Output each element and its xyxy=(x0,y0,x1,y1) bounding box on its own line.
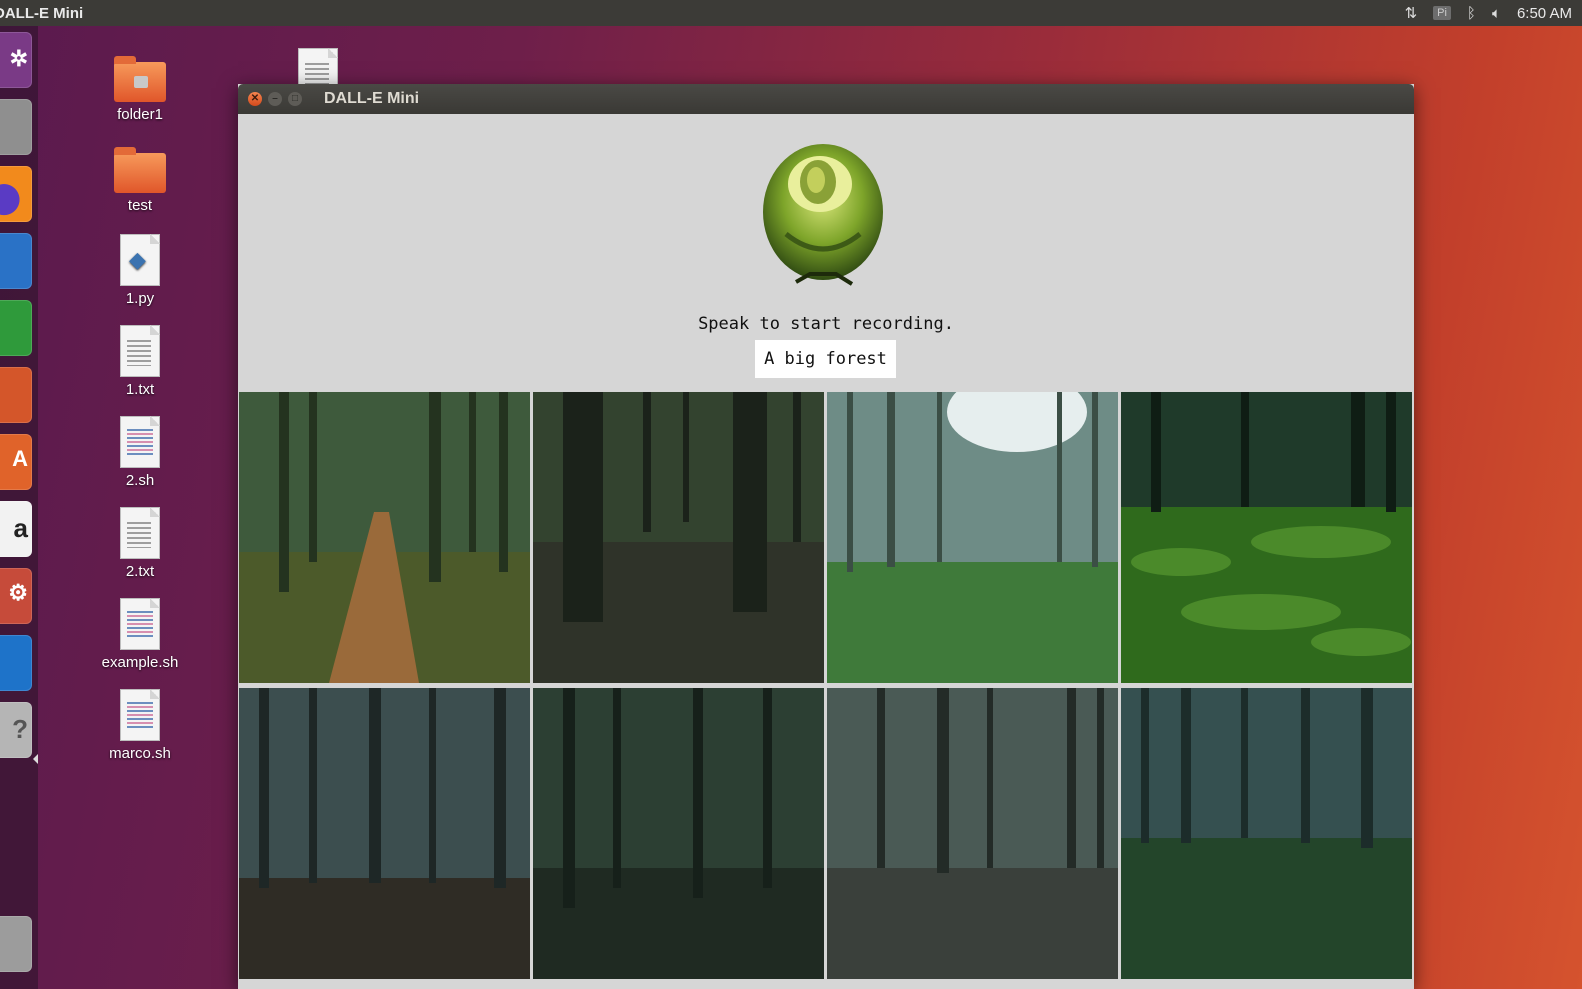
folder-icon xyxy=(114,147,166,193)
window-titlebar[interactable]: ✕ – □ DALL-E Mini xyxy=(238,84,1414,114)
script-file-icon xyxy=(120,416,160,468)
network-updown-icon[interactable]: ⇅ xyxy=(1405,4,1418,22)
desktop-icon-1-py[interactable]: ◆ 1.py xyxy=(90,234,190,307)
desktop-icon-label: 1.txt xyxy=(125,381,155,398)
calc-icon[interactable] xyxy=(0,300,32,356)
bluetooth-icon[interactable]: ᛒ xyxy=(1467,5,1476,22)
generated-image-tile[interactable] xyxy=(533,688,824,979)
generated-image-grid xyxy=(239,392,1413,989)
vscode-icon[interactable] xyxy=(0,635,32,691)
launcher: ✲ A a ⚙ ? xyxy=(0,26,38,989)
desktop-icon-label: 1.py xyxy=(125,290,155,307)
firefox-icon[interactable] xyxy=(0,166,32,222)
system-tray: ⇅ Pi ᛒ 🔈︎ 6:50 AM xyxy=(1405,4,1572,23)
trash-icon[interactable] xyxy=(0,916,32,972)
desktop-icon-folder1[interactable]: folder1 xyxy=(90,56,190,123)
desktop-icon-label: test xyxy=(127,197,153,214)
desktop-icon-2-sh[interactable]: 2.sh xyxy=(90,416,190,489)
impress-icon[interactable] xyxy=(0,367,32,423)
clock[interactable]: 6:50 AM xyxy=(1517,5,1572,22)
script-file-icon xyxy=(120,598,160,650)
help-glyph: ? xyxy=(12,714,28,744)
generated-image-tile[interactable] xyxy=(239,392,530,683)
desktop-icon-label: marco.sh xyxy=(109,745,171,762)
text-file-icon xyxy=(120,507,160,559)
python-file-icon: ◆ xyxy=(120,234,160,286)
generated-image-tile[interactable] xyxy=(827,392,1118,683)
volume-icon[interactable]: 🔈︎ xyxy=(1492,5,1501,22)
window-title: DALL-E Mini xyxy=(324,90,420,107)
generated-image-tile[interactable] xyxy=(1121,688,1412,979)
active-indicator-icon xyxy=(33,754,38,764)
window-content: Speak to start recording. A big forest xyxy=(238,114,1414,989)
amazon-icon[interactable]: a xyxy=(0,501,32,557)
generated-image-tile[interactable] xyxy=(827,688,1118,979)
desktop-icon-example-sh[interactable]: example.sh xyxy=(90,598,190,671)
help-icon[interactable]: ? xyxy=(0,702,32,758)
folder-locked-icon xyxy=(114,56,166,102)
status-text: Speak to start recording. xyxy=(698,314,954,334)
amazon-glyph: a xyxy=(13,513,28,543)
active-app-name: DALL-E Mini xyxy=(0,4,84,22)
software-center-icon[interactable]: A xyxy=(0,434,32,490)
desktop-icon-1-txt[interactable]: 1.txt xyxy=(90,325,190,398)
generated-image-tile[interactable] xyxy=(1121,392,1412,683)
desktop-icon-label: folder1 xyxy=(117,106,163,123)
minimize-icon[interactable]: – xyxy=(268,92,282,106)
close-icon[interactable]: ✕ xyxy=(248,92,262,106)
generated-image-tile[interactable] xyxy=(533,392,824,683)
generated-image-tile[interactable] xyxy=(239,688,530,979)
ubuntu-dash-icon[interactable]: ✲ xyxy=(0,32,32,88)
desktop-icon-label: 2.txt xyxy=(125,563,155,580)
desktop-icon-2-txt[interactable]: 2.txt xyxy=(90,507,190,580)
settings-icon[interactable]: ⚙ xyxy=(0,568,32,624)
files-icon[interactable] xyxy=(0,99,32,155)
desktop-icon-test[interactable]: test xyxy=(90,147,190,214)
desktop-icon-marco-sh[interactable]: marco.sh xyxy=(90,689,190,762)
prompt-text-field[interactable]: A big forest xyxy=(755,340,896,378)
dalle-mini-window: ✕ – □ DALL-E Mini Speak to start recordi… xyxy=(238,84,1414,989)
desktop-icon-label: 2.sh xyxy=(125,472,155,489)
dalle-mascot-logo xyxy=(763,144,883,286)
top-panel: DALL-E Mini ⇅ Pi ᛒ 🔈︎ 6:50 AM xyxy=(0,0,1582,26)
writer-icon[interactable] xyxy=(0,233,32,289)
maximize-icon[interactable]: □ xyxy=(288,92,302,106)
text-file-icon xyxy=(120,325,160,377)
keyboard-layout-icon[interactable]: Pi xyxy=(1433,6,1451,20)
script-file-icon xyxy=(120,689,160,741)
desktop-icon-label: example.sh xyxy=(101,654,179,671)
